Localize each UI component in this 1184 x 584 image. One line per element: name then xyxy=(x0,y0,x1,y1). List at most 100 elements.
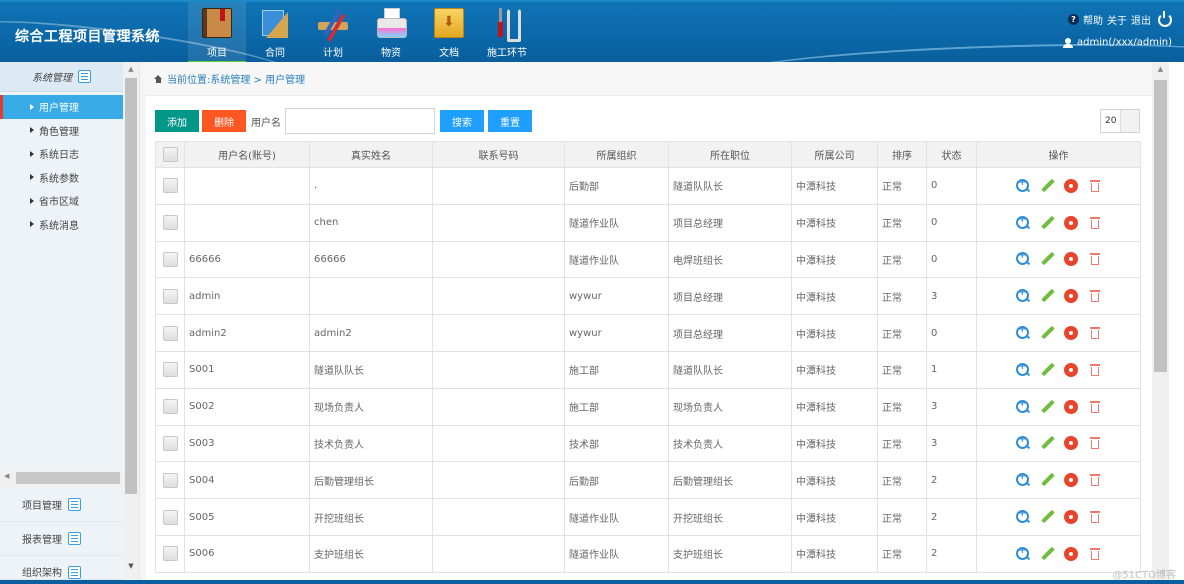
edit-icon[interactable] xyxy=(1040,289,1054,303)
sidebar-section-header[interactable]: 系统管理 xyxy=(0,62,123,92)
view-icon[interactable] xyxy=(1015,546,1030,561)
row-checkbox[interactable] xyxy=(162,178,178,194)
view-icon[interactable] xyxy=(1015,251,1030,266)
add-button[interactable]: 添加 xyxy=(155,110,199,132)
page-size-dropdown-button[interactable] xyxy=(1121,110,1139,132)
delete-icon[interactable] xyxy=(1088,252,1102,266)
sidebar-vertical-scrollbar[interactable]: ▲ ▼ xyxy=(124,62,138,578)
view-icon[interactable] xyxy=(1015,215,1030,230)
edit-icon[interactable] xyxy=(1040,400,1054,414)
logout-link[interactable]: 退出 xyxy=(1131,12,1151,27)
reset-button[interactable]: 重置 xyxy=(488,110,532,132)
scrollbar-thumb[interactable] xyxy=(125,78,137,494)
settings-icon[interactable] xyxy=(1064,510,1078,524)
view-icon[interactable] xyxy=(1015,288,1030,303)
edit-icon[interactable] xyxy=(1040,216,1054,230)
settings-icon[interactable] xyxy=(1064,252,1078,266)
sidebar-item-system-params[interactable]: 系统参数 xyxy=(0,166,123,190)
nav-item-documents[interactable]: 文档 xyxy=(420,2,478,62)
delete-button[interactable]: 删除 xyxy=(202,110,246,132)
table-row[interactable]: chen 隧道作业队 项目总经理 中潭科技 正常 0 xyxy=(155,203,1141,242)
settings-icon[interactable] xyxy=(1064,289,1078,303)
nav-item-contract[interactable]: 合同 xyxy=(246,2,304,62)
table-row[interactable]: admin2 admin2 wywur 项目总经理 中潭科技 正常 0 xyxy=(155,314,1141,352)
column-header[interactable]: 所在职位 xyxy=(668,141,792,168)
view-icon[interactable] xyxy=(1015,472,1030,487)
settings-icon[interactable] xyxy=(1064,326,1078,340)
column-header[interactable]: 排序 xyxy=(877,141,927,168)
delete-icon[interactable] xyxy=(1088,289,1102,303)
help-link[interactable]: 帮助 xyxy=(1083,12,1103,27)
table-row[interactable]: admin wywur 项目总经理 中潭科技 正常 3 xyxy=(155,277,1141,316)
delete-icon[interactable] xyxy=(1088,473,1102,487)
nav-item-project[interactable]: 项目 xyxy=(188,2,246,62)
settings-icon[interactable] xyxy=(1064,473,1078,487)
scroll-down-icon[interactable]: ▼ xyxy=(124,562,138,570)
row-checkbox[interactable] xyxy=(162,509,178,525)
scroll-up-icon[interactable]: ▲ xyxy=(1152,62,1169,76)
nav-item-construction[interactable]: 施工环节 xyxy=(478,2,536,62)
edit-icon[interactable] xyxy=(1040,179,1054,193)
delete-icon[interactable] xyxy=(1088,326,1102,340)
view-icon[interactable] xyxy=(1015,325,1030,340)
row-checkbox[interactable] xyxy=(162,251,178,267)
row-checkbox[interactable] xyxy=(162,399,178,415)
view-icon[interactable] xyxy=(1015,435,1030,450)
column-header[interactable]: 所属公司 xyxy=(791,141,878,168)
row-checkbox[interactable] xyxy=(162,362,178,378)
row-checkbox[interactable] xyxy=(162,435,178,451)
column-header[interactable]: 真实姓名 xyxy=(309,141,433,168)
sidebar-horizontal-scrollbar[interactable]: ◀ xyxy=(0,470,123,486)
sidebar-item-role-management[interactable]: 角色管理 xyxy=(0,119,123,143)
column-header[interactable]: 联系号码 xyxy=(432,141,565,168)
edit-icon[interactable] xyxy=(1040,252,1054,266)
about-link[interactable]: 关于 xyxy=(1107,12,1127,27)
edit-icon[interactable] xyxy=(1040,547,1054,561)
sidebar-group-report-management[interactable]: 报表管理 xyxy=(0,522,123,556)
settings-icon[interactable] xyxy=(1064,216,1078,230)
sidebar-group-project-management[interactable]: 项目管理 xyxy=(0,488,123,522)
sidebar-item-regions[interactable]: 省市区域 xyxy=(0,189,123,213)
delete-icon[interactable] xyxy=(1088,216,1102,230)
view-icon[interactable] xyxy=(1015,399,1030,414)
view-icon[interactable] xyxy=(1015,178,1030,193)
row-checkbox[interactable] xyxy=(162,215,178,231)
column-header[interactable]: 所属组织 xyxy=(564,141,669,168)
power-icon[interactable] xyxy=(1158,10,1172,27)
row-checkbox[interactable] xyxy=(162,288,178,304)
settings-icon[interactable] xyxy=(1064,179,1078,193)
table-row[interactable]: S001 隧道队队长 施工部 隧道队队长 中潭科技 正常 1 xyxy=(155,350,1141,389)
delete-icon[interactable] xyxy=(1088,400,1102,414)
view-icon[interactable] xyxy=(1015,509,1030,524)
main-vertical-scrollbar[interactable]: ▲ xyxy=(1152,62,1169,584)
current-user[interactable]: admin(/xxx/admin) xyxy=(1077,37,1172,48)
sidebar-item-system-messages[interactable]: 系统消息 xyxy=(0,213,123,237)
table-row[interactable]: 66666 66666 隧道作业队 电焊班组长 中潭科技 正常 0 xyxy=(155,240,1141,279)
delete-icon[interactable] xyxy=(1088,510,1102,524)
table-row[interactable]: S003 技术负责人 技术部 技术负责人 中潭科技 正常 3 xyxy=(155,424,1141,463)
page-size-select[interactable]: 20 xyxy=(1100,109,1140,133)
delete-icon[interactable] xyxy=(1088,179,1102,193)
row-checkbox[interactable] xyxy=(162,546,178,562)
settings-icon[interactable] xyxy=(1064,400,1078,414)
table-row[interactable]: S002 现场负责人 施工部 现场负责人 中潭科技 正常 3 xyxy=(155,387,1141,426)
settings-icon[interactable] xyxy=(1064,436,1078,450)
nav-item-plan[interactable]: 计划 xyxy=(304,2,362,62)
scroll-up-icon[interactable]: ▲ xyxy=(124,62,138,76)
table-row[interactable]: S005 开挖班组长 隧道作业队 开挖班组长 中潭科技 正常 2 xyxy=(155,498,1141,536)
edit-icon[interactable] xyxy=(1040,436,1054,450)
sidebar-item-system-log[interactable]: 系统日志 xyxy=(0,142,123,166)
select-all-checkbox[interactable] xyxy=(162,147,178,162)
username-search-input[interactable] xyxy=(285,108,435,134)
delete-icon[interactable] xyxy=(1088,436,1102,450)
table-row[interactable]: S006 支护班组长 隧道作业队 支护班组长 中潭科技 正常 2 xyxy=(155,534,1141,573)
scroll-left-icon[interactable]: ◀ xyxy=(4,472,9,480)
edit-icon[interactable] xyxy=(1040,363,1054,377)
settings-icon[interactable] xyxy=(1064,363,1078,377)
row-checkbox[interactable] xyxy=(162,472,178,488)
search-button[interactable]: 搜索 xyxy=(440,110,484,132)
scrollbar-thumb[interactable] xyxy=(1154,80,1167,372)
scrollbar-thumb[interactable] xyxy=(16,472,120,484)
view-icon[interactable] xyxy=(1015,362,1030,377)
edit-icon[interactable] xyxy=(1040,473,1054,487)
